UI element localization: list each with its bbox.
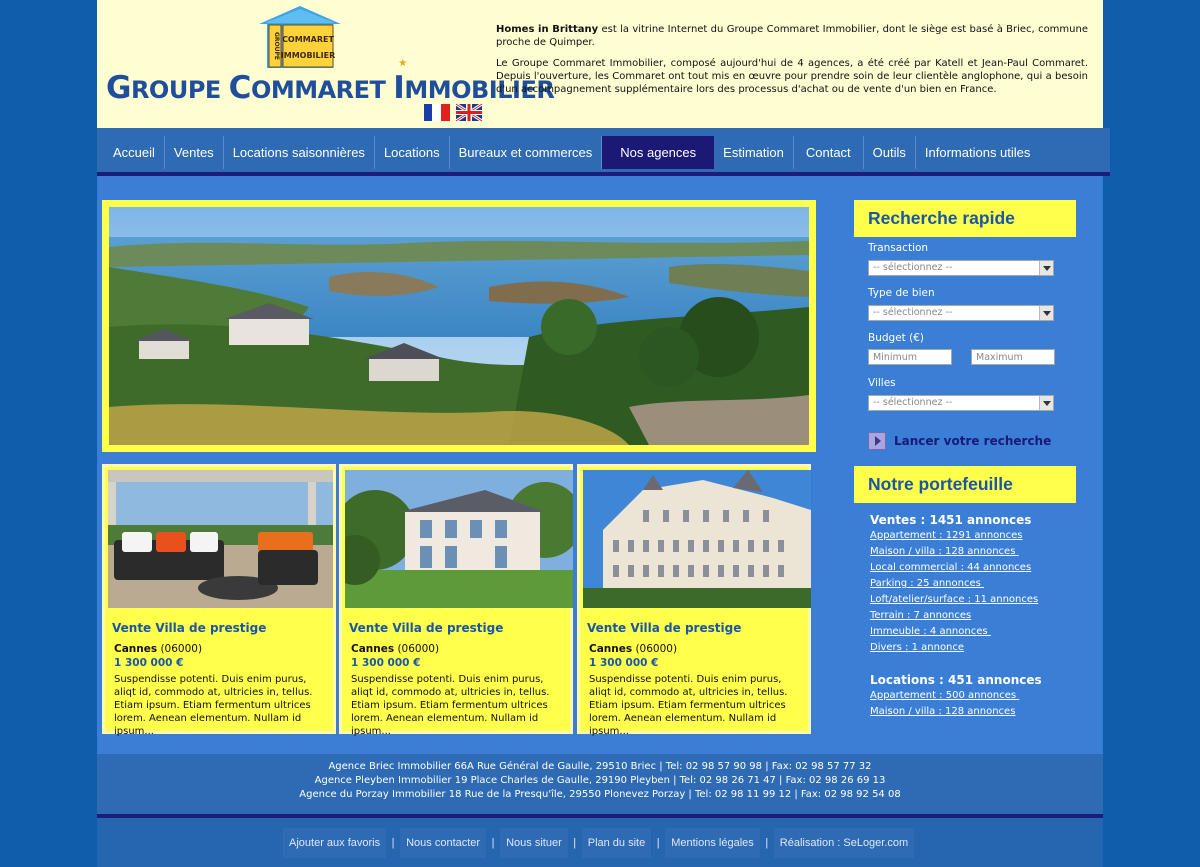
listing-card[interactable]: Vente Villa de prestige Cannes (06000) 1… [577, 464, 811, 737]
nav-nos-agences[interactable]: Nos agences [602, 136, 715, 169]
nav-contact[interactable]: Contact [794, 136, 864, 169]
search-submit-label[interactable]: Lancer votre recherche [894, 434, 1051, 448]
listing-description: Suspendisse potenti. Duis enim purus, al… [114, 674, 313, 737]
intro-p2: Le Groupe Commaret Immobilier, composé a… [496, 58, 1088, 95]
separator: | [656, 837, 660, 849]
search-submit-button[interactable]: Lancer votre recherche [868, 432, 1051, 450]
separator: | [491, 837, 495, 849]
separator: | [391, 837, 395, 849]
hero-banner [102, 200, 816, 452]
nav-accueil[interactable]: Accueil [104, 136, 165, 169]
nav-outils[interactable]: Outils [864, 136, 916, 169]
listing-price: 1 300 000 € [114, 657, 184, 669]
footer-agencies: Agence Briec Immobilier 66A Rue Général … [97, 754, 1103, 818]
listing-price: 1 300 000 € [589, 657, 659, 669]
header: COMMARET IMMOBILIER GROUPE GROUPE COMMAR… [97, 0, 1103, 128]
sales-link[interactable]: Maison / villa : 128 annonces [870, 546, 1019, 557]
sales-link[interactable]: Local commercial : 44 annonces [870, 562, 1031, 573]
nav-locations-saisonnieres[interactable]: Locations saisonnières [224, 136, 375, 169]
transaction-select[interactable]: -- sélectionnez -- [868, 260, 1054, 276]
listing-description: Suspendisse potenti. Duis enim purus, al… [589, 674, 788, 737]
separator: | [765, 837, 769, 849]
listing-city: Cannes (06000) [114, 643, 203, 655]
sales-link[interactable]: Terrain : 7 annonces [870, 610, 971, 621]
cities-label: Villes [868, 377, 896, 389]
brand-name[interactable]: GROUPE COMMARET ★ IMMOBILIER [106, 58, 555, 106]
nav-locations[interactable]: Locations [375, 136, 450, 169]
nav-bureaux-commerces[interactable]: Bureaux et commerces [450, 136, 603, 169]
budget-label: Budget (€) [868, 332, 924, 344]
sales-link[interactable]: Appartement : 1291 annonces [870, 530, 1022, 541]
budget-max-input[interactable] [971, 349, 1055, 365]
footer-links-bar: Ajouter aux favoris | Nous contacter | N… [97, 818, 1103, 867]
main-content: Vente Villa de prestige Cannes (06000) 1… [97, 176, 1103, 754]
rentals-link[interactable]: Maison / villa : 128 annonces [870, 706, 1015, 717]
logo-groupe-text: GROUPE [273, 32, 280, 60]
listing-title[interactable]: Vente Villa de prestige [112, 621, 266, 635]
legal-notice-link[interactable]: Mentions légales [665, 828, 760, 858]
credits-link[interactable]: Réalisation : SeLoger.com [773, 828, 915, 858]
chevron-down-icon[interactable] [1039, 261, 1053, 275]
chevron-down-icon[interactable] [1039, 306, 1053, 320]
listing-photo[interactable] [583, 470, 811, 608]
main-nav: Accueil Ventes Locations saisonnières Lo… [97, 128, 1110, 176]
logo-immobilier-text: IMMOBILIER [281, 51, 335, 60]
nav-estimation[interactable]: Estimation [714, 136, 794, 169]
agency-briec-info: Agence Briec Immobilier 66A Rue Général … [328, 761, 872, 772]
agency-porzay-info: Agence du Porzay Immobilier 18 Rue de la… [299, 789, 901, 800]
language-flags [424, 103, 483, 123]
budget-min-input[interactable] [868, 349, 952, 365]
portfolio-title: Notre portefeuille [854, 466, 1076, 503]
play-arrow-icon[interactable] [868, 432, 886, 450]
sales-link[interactable]: Immeuble : 4 annonces [870, 626, 991, 637]
listing-city: Cannes (06000) [589, 643, 678, 655]
sales-link[interactable]: Loft/atelier/surface : 11 annonces [870, 594, 1038, 605]
property-type-label: Type de bien [868, 287, 935, 299]
property-type-select[interactable]: -- sélectionnez -- [868, 305, 1054, 321]
add-favorites-link[interactable]: Ajouter aux favoris [283, 828, 387, 858]
chevron-down-icon[interactable] [1039, 396, 1053, 410]
page: COMMARET IMMOBILIER GROUPE GROUPE COMMAR… [97, 0, 1110, 867]
transaction-label: Transaction [868, 242, 929, 254]
listing-description: Suspendisse potenti. Duis enim purus, al… [351, 674, 550, 737]
nav-informations-utiles[interactable]: Informations utiles [916, 136, 1040, 169]
listing-title[interactable]: Vente Villa de prestige [587, 621, 741, 635]
sales-link[interactable]: Divers : 1 annonce [870, 642, 964, 653]
nav-ventes[interactable]: Ventes [165, 136, 224, 169]
french-flag-icon[interactable] [424, 104, 450, 121]
logo-house-icon[interactable]: COMMARET IMMOBILIER GROUPE [259, 6, 341, 68]
rentals-link[interactable]: Appartement : 500 annonces [870, 690, 1019, 701]
listing-photo[interactable] [345, 470, 573, 608]
intro-text: Homes in Brittany est la vitrine Interne… [496, 23, 1088, 104]
cities-select[interactable]: -- sélectionnez -- [868, 395, 1054, 411]
listing-price: 1 300 000 € [351, 657, 421, 669]
listing-photo[interactable] [108, 470, 333, 608]
listing-card[interactable]: Vente Villa de prestige Cannes (06000) 1… [102, 464, 336, 737]
separator: | [573, 837, 577, 849]
rentals-total: Locations : 451 annonces [870, 673, 1042, 687]
listing-card[interactable]: Vente Villa de prestige Cannes (06000) 1… [339, 464, 573, 737]
listing-city: Cannes (06000) [351, 643, 440, 655]
sales-total: Ventes : 1451 annonces [870, 513, 1032, 527]
sitemap-link[interactable]: Plan du site [581, 828, 652, 858]
contact-us-link[interactable]: Nous contacter [400, 828, 487, 858]
hero-landscape-image [109, 207, 809, 445]
find-us-link[interactable]: Nous situer [500, 828, 568, 858]
uk-flag-icon[interactable] [455, 103, 483, 123]
agency-pleyben-info: Agence Pleyben Immobilier 19 Place Charl… [314, 775, 886, 786]
intro-strong: Homes in Brittany [496, 24, 599, 35]
listing-title[interactable]: Vente Villa de prestige [349, 621, 503, 635]
quick-search-title: Recherche rapide [854, 200, 1076, 237]
logo-commaret-text: COMMARET [282, 35, 334, 44]
sales-link[interactable]: Parking : 25 annonces [870, 578, 984, 589]
